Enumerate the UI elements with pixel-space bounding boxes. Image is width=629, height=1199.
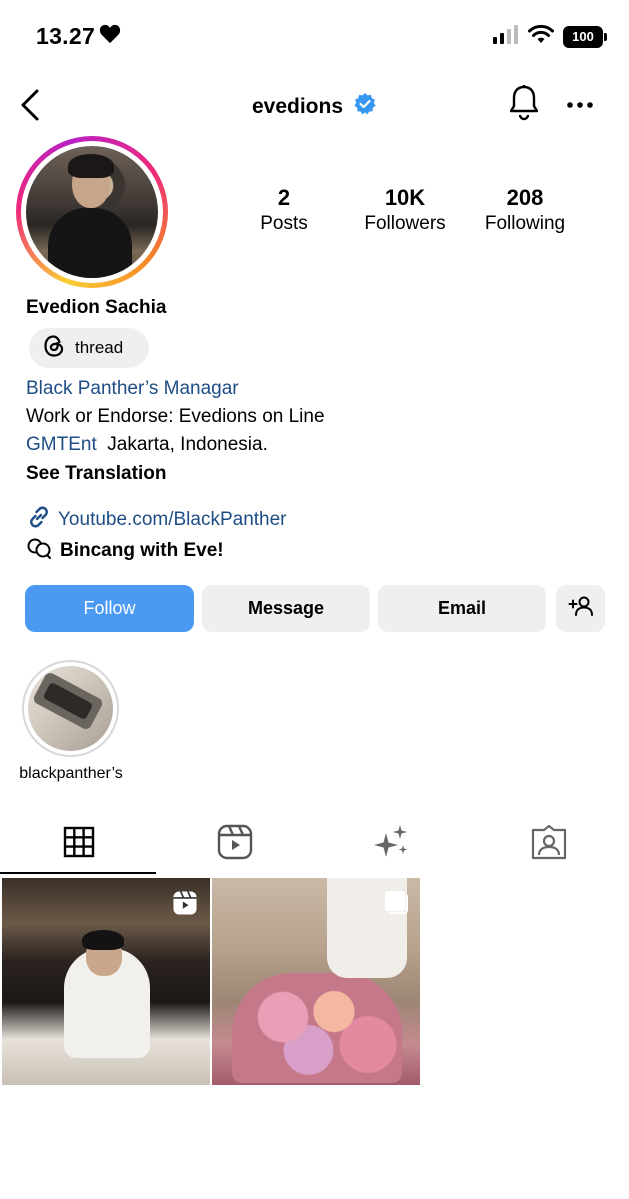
sparkles-icon bbox=[372, 823, 410, 866]
reels-icon bbox=[217, 824, 253, 865]
stat-value: 10K bbox=[384, 185, 426, 210]
avatar bbox=[26, 146, 158, 278]
threads-badge[interactable]: thread bbox=[29, 328, 149, 368]
website-link[interactable]: Youtube.com/BlackPanther bbox=[26, 504, 287, 536]
reels-badge-icon bbox=[172, 890, 198, 921]
stat-label: Posts bbox=[260, 213, 308, 234]
follow-button[interactable]: Follow bbox=[25, 585, 194, 632]
bio-mention-link[interactable]: GMTEnt bbox=[26, 434, 97, 455]
profile-header: evedions bbox=[0, 80, 629, 132]
email-button[interactable]: Email bbox=[378, 585, 546, 632]
tab-reels[interactable] bbox=[215, 824, 255, 864]
system-icons: 100 bbox=[493, 24, 607, 49]
time-text: 13.27 bbox=[36, 23, 96, 49]
stat-label: Followers bbox=[364, 213, 446, 234]
verified-badge-icon bbox=[353, 92, 377, 122]
notifications-button[interactable] bbox=[508, 84, 540, 127]
bell-icon bbox=[508, 85, 540, 126]
tab-ai-sparkles[interactable] bbox=[371, 824, 411, 864]
channel-name: Bincang with Eve! bbox=[60, 540, 224, 561]
link-icon bbox=[26, 504, 52, 536]
threads-label: thread bbox=[75, 338, 124, 357]
profile-avatar-story-ring[interactable] bbox=[16, 136, 168, 288]
stat-value: 208 bbox=[506, 185, 544, 210]
stat-followers[interactable]: 10K Followers bbox=[354, 185, 456, 235]
wifi-icon bbox=[528, 24, 554, 49]
bio-location-text: Jakarta, Indonesia. bbox=[107, 434, 268, 455]
username-text: evedions bbox=[251, 95, 344, 118]
profile-content-tabs bbox=[0, 812, 629, 876]
battery-indicator: 100 bbox=[563, 25, 607, 48]
active-tab-indicator bbox=[0, 872, 156, 874]
stat-value: 2 bbox=[277, 185, 291, 210]
ellipsis-icon bbox=[566, 96, 594, 113]
carousel-badge-icon bbox=[384, 890, 408, 919]
post-thumbnail[interactable] bbox=[212, 878, 420, 1085]
bio-category-link[interactable]: Black Panther’s Managar bbox=[26, 378, 239, 400]
stat-following[interactable]: 208 Following bbox=[474, 185, 576, 235]
post-thumbnail[interactable] bbox=[2, 878, 210, 1085]
more-options-button[interactable] bbox=[566, 96, 594, 114]
tab-tagged[interactable] bbox=[529, 824, 569, 864]
story-highlight[interactable] bbox=[22, 660, 119, 757]
message-button[interactable]: Message bbox=[202, 585, 370, 632]
profile-full-name: Evedion Sachia bbox=[26, 297, 167, 318]
add-person-icon bbox=[568, 595, 594, 622]
stat-label: Following bbox=[484, 213, 566, 234]
tab-posts-grid[interactable] bbox=[59, 824, 99, 864]
suggested-people-button[interactable] bbox=[556, 585, 605, 632]
channel-icon bbox=[26, 536, 54, 566]
stat-posts[interactable]: 2 Posts bbox=[244, 185, 324, 235]
broadcast-channel-link[interactable]: Bincang with Eve! bbox=[26, 536, 224, 566]
website-url: Youtube.com/BlackPanther bbox=[58, 509, 287, 530]
highlight-cover-image bbox=[28, 666, 113, 751]
see-translation-link[interactable]: See Translation bbox=[26, 463, 166, 485]
grid-icon bbox=[63, 826, 95, 863]
heart-icon bbox=[99, 23, 121, 50]
bio-line: GMTEnt Jakarta, Indonesia. bbox=[26, 434, 268, 456]
tagged-icon bbox=[531, 824, 567, 865]
signal-icon bbox=[493, 24, 519, 49]
threads-icon bbox=[43, 334, 65, 363]
bio-line: Work or Endorse: Evedions on Line bbox=[26, 406, 325, 427]
status-bar: 13.27 100 bbox=[0, 0, 629, 72]
highlight-label: blackpanther’s bbox=[19, 765, 123, 782]
status-time: 13.27 bbox=[36, 23, 121, 50]
